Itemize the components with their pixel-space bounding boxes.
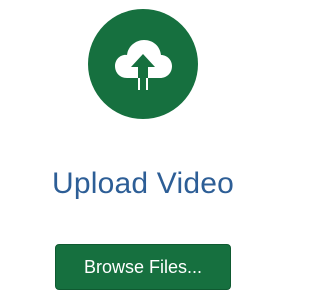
- upload-area[interactable]: [88, 9, 198, 119]
- browse-files-button[interactable]: Browse Files...: [55, 244, 231, 290]
- upload-panel: Upload Video Browse Files...: [0, 0, 286, 306]
- upload-title: Upload Video: [52, 167, 234, 200]
- cloud-upload-icon: [115, 40, 172, 90]
